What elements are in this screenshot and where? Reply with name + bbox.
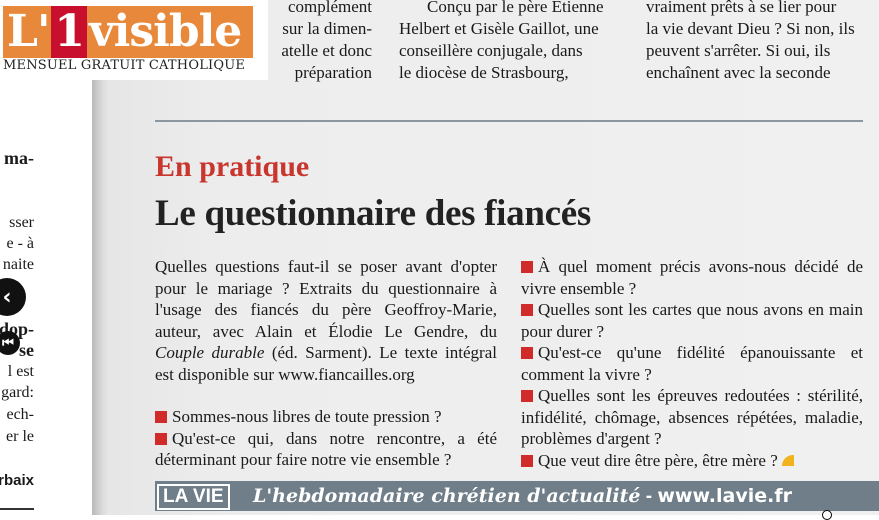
text-line: préparation — [294, 63, 372, 82]
question-item: Qu'est-ce qui, dans notre rencontre, a é… — [155, 428, 497, 471]
book-title: Couple durable — [155, 343, 265, 362]
footer-band: LA VIE L'hebdomadaire chrétien d'actuali… — [155, 481, 879, 511]
question-text: Qu'est-ce qu'une fidélité épanouissante … — [521, 343, 863, 384]
logo-wordmark: L' 1 visible — [3, 6, 242, 58]
text-line: vraiment prêts à se lier pour — [646, 0, 837, 16]
square-bullet-icon — [155, 432, 167, 445]
left-page-line: ech- — [6, 406, 34, 423]
text-line: complément — [287, 0, 372, 16]
left-page-line: l est — [7, 363, 34, 380]
logo-subtitle: MENSUEL GRATUIT CATHOLIQUE — [3, 58, 246, 73]
question-text: Quelles sont les épreuves redoutées : st… — [521, 386, 863, 448]
footer-logo: LA VIE — [157, 484, 230, 510]
tagline-separator: - — [640, 486, 658, 507]
article-column-left: Quelles questions faut-il se poser avant… — [155, 256, 497, 471]
logo-one: 1 — [51, 6, 88, 58]
previous-page-button[interactable]: ‹ — [0, 278, 26, 316]
logo-prefix: L' — [7, 6, 50, 57]
first-page-button[interactable]: ⏮ — [0, 331, 20, 355]
question-item: Quelles sont les épreuves redoutées : st… — [521, 385, 863, 450]
question-text: Que veut dire être père, être mère ? — [538, 450, 778, 470]
left-page-line: naite — [2, 256, 34, 273]
top-column-1: complément sur la dimen- atelle et donc … — [268, 0, 372, 84]
text-line: peuvent s'arrêter. Si oui, ils — [646, 41, 831, 60]
text-line: Helbert et Gisèle Gaillot, une — [399, 19, 599, 38]
logo-word: visible — [89, 6, 242, 57]
divider — [0, 508, 34, 510]
square-bullet-icon — [521, 454, 533, 467]
question-text: Quelles sont les cartes que nous avons e… — [521, 300, 863, 341]
footer-tagline: L'hebdomadaire chrétien d'actualité - ww… — [253, 484, 792, 509]
top-column-2: Conçu par le père Etienne Helbert et Gis… — [399, 0, 619, 84]
square-bullet-icon — [521, 390, 533, 402]
text-line: la vie devant Dieu ? Si non, ils — [646, 19, 855, 38]
left-page-line: rbaix — [0, 472, 34, 489]
square-bullet-icon — [521, 304, 533, 316]
article-intro: Quelles questions faut-il se poser avant… — [155, 256, 497, 385]
left-page-line: er le — [6, 428, 34, 445]
question-item: Sommes-nous libres de toute pression ? — [155, 406, 497, 428]
question-item: Que veut dire être père, être mère ? — [521, 450, 863, 472]
square-bullet-icon — [521, 347, 533, 359]
question-item: À quel moment précis avons-nous décidé d… — [521, 256, 863, 299]
left-page-line: e - à — [6, 235, 34, 252]
square-bullet-icon — [521, 261, 533, 273]
text-line: atelle et donc — [281, 41, 372, 60]
top-column-3: vraiment prêts à se lier pour la vie dev… — [646, 0, 864, 84]
text-line: sur la dimen- — [282, 19, 372, 38]
left-page-line: gard: — [1, 384, 34, 401]
chevron-left-icon: ‹ — [2, 284, 12, 310]
text-line: le diocèse de Strasbourg, — [399, 63, 569, 82]
logo-badge: L' 1 visible — [3, 6, 253, 58]
text-line: enchaînent avec la seconde — [646, 63, 831, 82]
publication-logo: L' 1 visible MENSUEL GRATUIT CATHOLIQUE — [0, 0, 268, 80]
text-line: Conçu par le père Etienne — [427, 0, 604, 16]
article-headline: Le questionnaire des fiancés — [155, 193, 591, 234]
left-page-line: ma- — [4, 148, 34, 168]
skip-back-icon: ⏮ — [2, 335, 14, 351]
section-kicker: En pratique — [155, 150, 310, 183]
end-of-article-icon — [781, 454, 794, 466]
footer-url-link[interactable]: www.lavie.fr — [657, 485, 792, 507]
question-text: Qu'est-ce qui, dans notre rencontre, a é… — [155, 428, 497, 470]
question-item: Quelles sont les cartes que nous avons e… — [521, 299, 863, 342]
question-item: Qu'est-ce qu'une fidélité épanouissante … — [521, 342, 863, 385]
mouse-cursor-icon — [822, 510, 832, 520]
article-column-right: À quel moment précis avons-nous décidé d… — [521, 256, 863, 471]
text-line: conseillère conjugale, dans — [399, 41, 583, 60]
question-text: Sommes-nous libres de toute pression ? — [172, 407, 442, 426]
question-text: À quel moment précis avons-nous décidé d… — [521, 257, 863, 298]
intro-text: Quelles questions faut-il se poser avant… — [155, 257, 497, 341]
square-bullet-icon — [155, 411, 167, 423]
left-page-line: se — [19, 340, 34, 360]
section-divider — [155, 120, 863, 122]
left-page-line: sser — [9, 214, 34, 231]
tagline-text: L'hebdomadaire chrétien d'actualité — [253, 485, 641, 507]
